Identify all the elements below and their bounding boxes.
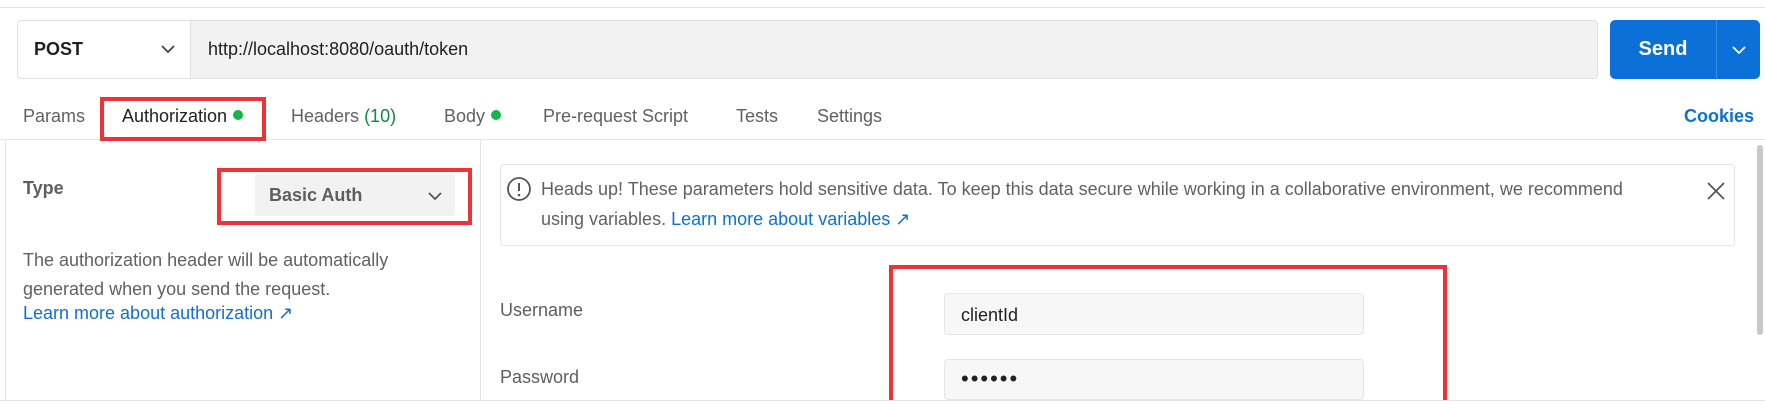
learn-more-variables-link[interactable]: Learn more about variables ↗	[671, 209, 910, 229]
url-input[interactable]: http://localhost:8080/oauth/token	[208, 39, 468, 60]
method-label: POST	[34, 39, 84, 59]
close-icon[interactable]	[1705, 180, 1727, 202]
tab-pre-request-script[interactable]: Pre-request Script	[543, 106, 688, 127]
response-bar	[0, 401, 1765, 420]
status-dot-icon	[491, 110, 502, 121]
panel-border	[5, 140, 6, 400]
method-select[interactable]: POST	[18, 21, 191, 78]
auth-type-label: Type	[23, 178, 64, 198]
chevron-down-icon	[161, 45, 175, 54]
panel-split-divider[interactable]	[480, 140, 481, 400]
auth-description: The authorization header will be automat…	[23, 250, 389, 299]
cookies-link[interactable]: Cookies	[1684, 106, 1754, 127]
send-button[interactable]: Send	[1610, 20, 1716, 79]
tab-headers[interactable]: Headers (10)	[291, 106, 396, 127]
send-button-group: Send	[1610, 20, 1760, 79]
highlight-box-authorization-tab	[100, 97, 266, 141]
scrollbar[interactable]	[1757, 145, 1763, 335]
tab-body[interactable]: Body	[444, 106, 502, 127]
highlight-box-auth-type	[217, 168, 472, 225]
send-options-button[interactable]	[1716, 20, 1760, 79]
tab-count-badge: (10)	[364, 106, 397, 126]
tab-tests[interactable]: Tests	[736, 106, 778, 127]
learn-more-authorization-link[interactable]: Learn more about authorization ↗	[23, 303, 293, 324]
notice-message: Heads up! These parameters hold sensitiv…	[541, 174, 1641, 234]
username-label: Username	[500, 300, 584, 320]
tab-params[interactable]: Params	[23, 106, 85, 127]
tab-settings[interactable]: Settings	[817, 106, 882, 127]
password-label: Password	[500, 367, 580, 387]
highlight-box-credentials	[889, 265, 1447, 413]
chevron-down-icon	[1732, 46, 1746, 55]
top-divider	[0, 7, 1765, 8]
tab-label: Body	[444, 106, 486, 126]
tab-label: Headers	[291, 106, 360, 126]
info-icon	[507, 177, 531, 201]
url-bar: POST http://localhost:8080/oauth/token	[17, 20, 1598, 79]
